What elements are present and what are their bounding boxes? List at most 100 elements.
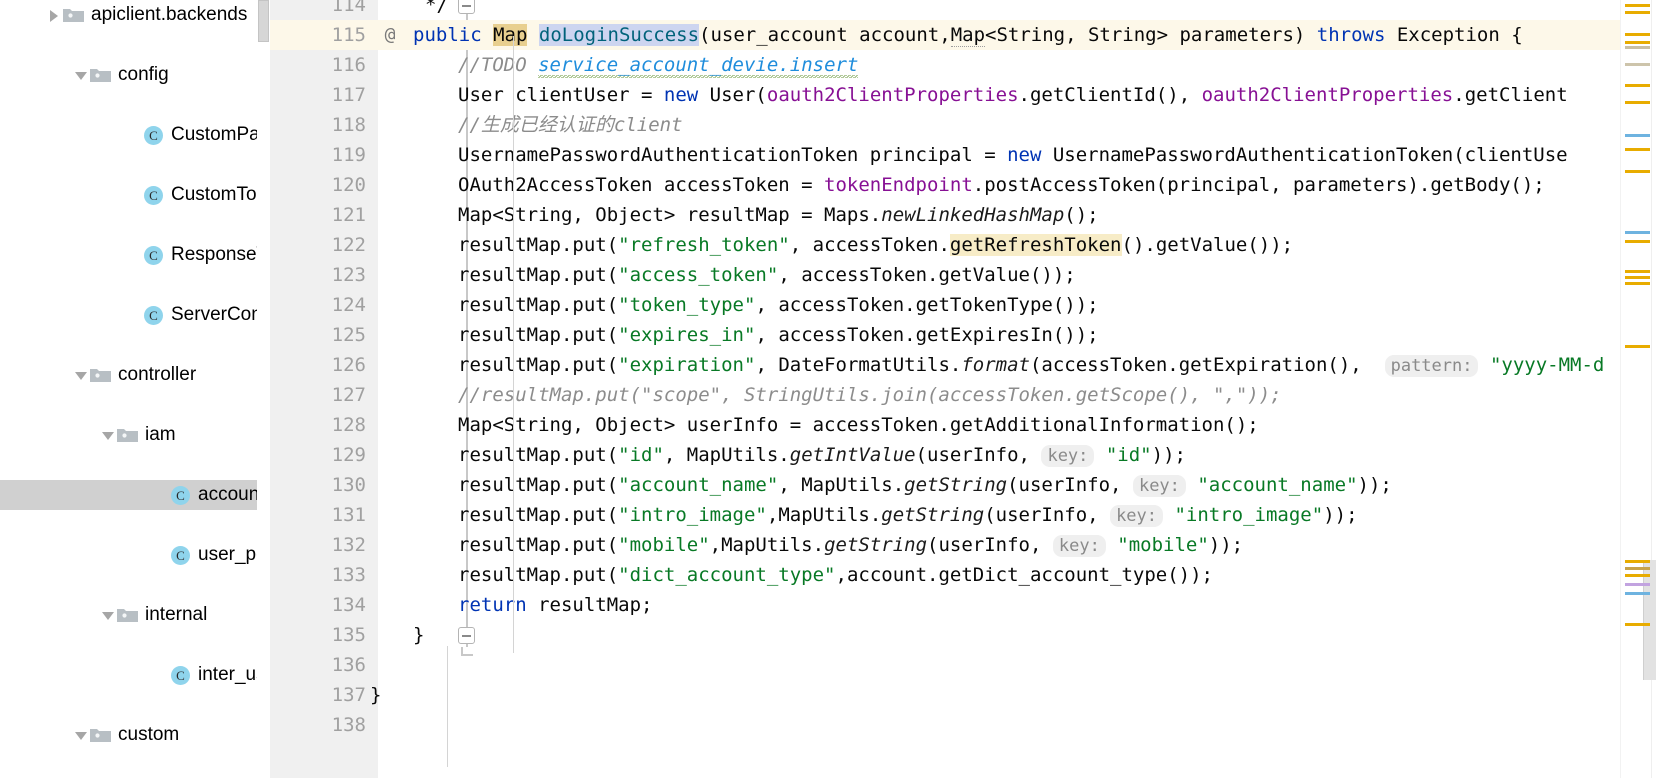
tree-item-controller[interactable]: controller — [0, 360, 270, 390]
line-number[interactable]: 129 — [270, 440, 366, 470]
chevron-down-icon[interactable] — [73, 727, 90, 744]
annotation-gutter-icon[interactable]: @ — [375, 20, 405, 50]
code-editor[interactable]: 114 115 @116 117 118 119 120 121 122 123 124 125 126… — [270, 0, 1656, 778]
error-stripe-marker[interactable] — [1625, 101, 1650, 104]
code-line-text[interactable]: resultMap.put("token_type", accessToken.… — [458, 290, 1099, 320]
code-line-text[interactable]: resultMap.put("expiration", DateFormatUt… — [458, 350, 1604, 381]
code-line-text[interactable]: //生成已经认证的client — [458, 110, 683, 140]
line-number[interactable]: 130 — [270, 470, 366, 500]
error-stripe-marker[interactable] — [1625, 134, 1650, 137]
line-number[interactable]: 114 — [270, 0, 366, 20]
tree-item-account-contr[interactable]: Caccount_contr — [0, 480, 270, 510]
line-number[interactable]: 133 — [270, 560, 366, 590]
code-text-layer[interactable]: 114 115 @116 117 118 119 120 121 122 123 124 125 126… — [270, 0, 1656, 778]
tree-item-inter-user-pe[interactable]: Cinter_user_pe — [0, 660, 270, 690]
line-number[interactable]: 118 — [270, 110, 366, 140]
code-line[interactable]: 137 — [270, 680, 1656, 710]
line-number[interactable]: 137 — [270, 680, 366, 710]
tree-item-apiclient-backends[interactable]: apiclient.backends — [0, 0, 270, 30]
tree-item-user-permissi[interactable]: Cuser_permissi — [0, 540, 270, 570]
line-number[interactable]: 127 — [270, 380, 366, 410]
error-stripe-marker[interactable] — [1625, 623, 1650, 626]
error-stripe-marker[interactable] — [1625, 11, 1650, 14]
error-stripe-marker[interactable] — [1625, 345, 1650, 348]
project-tree-scrollbar-thumb[interactable] — [258, 0, 269, 42]
code-line-text[interactable]: resultMap.put("access_token", accessToke… — [458, 260, 1076, 290]
line-number[interactable]: 138 — [270, 710, 366, 740]
error-stripe-marker[interactable] — [1625, 560, 1650, 563]
code-line-text[interactable]: User clientUser = new User(oauth2ClientP… — [458, 80, 1568, 110]
chevron-down-icon[interactable] — [73, 67, 90, 84]
code-line[interactable]: 138 — [270, 710, 1656, 740]
line-number[interactable]: 125 — [270, 320, 366, 350]
error-stripe-marker[interactable] — [1625, 583, 1650, 586]
error-stripe-marker[interactable] — [1625, 4, 1650, 7]
error-stripe-marker[interactable] — [1625, 592, 1650, 595]
line-number[interactable]: 126 — [270, 350, 366, 380]
code-line-text[interactable]: resultMap.put("refresh_token", accessTok… — [458, 230, 1293, 260]
project-tree-panel[interactable]: apiclient.backends config CCustomPassword C… — [0, 0, 270, 778]
line-number[interactable]: 119 — [270, 140, 366, 170]
error-stripe-marker[interactable] — [1625, 231, 1650, 234]
line-number[interactable]: 135 — [270, 620, 366, 650]
code-line-text[interactable]: return resultMap; — [458, 590, 652, 620]
line-number[interactable]: 132 — [270, 530, 366, 560]
editor-scrollbar-thumb[interactable] — [1643, 560, 1656, 680]
error-stripe-marker[interactable] — [1625, 240, 1650, 243]
error-stripe-marker[interactable] — [1625, 282, 1650, 285]
line-number[interactable]: 131 — [270, 500, 366, 530]
code-line[interactable]: 135 — [270, 620, 1656, 650]
tree-item-internal[interactable]: internal — [0, 600, 270, 630]
tree-item-responsewrappe[interactable]: C ResponseWrappe — [0, 240, 270, 270]
code-line-text[interactable]: OAuth2AccessToken accessToken = tokenEnd… — [458, 170, 1545, 200]
tree-item-customtokenenh[interactable]: C CustomTokenEnh — [0, 180, 270, 210]
code-line[interactable]: 114 — [270, 0, 1656, 20]
code-line-text[interactable]: } — [413, 620, 424, 650]
code-line-text[interactable]: } — [370, 680, 381, 710]
line-number[interactable]: 134 — [270, 590, 366, 620]
line-number[interactable]: 123 — [270, 260, 366, 290]
code-line-text[interactable]: Map<String, Object> userInfo = accessTok… — [458, 410, 1259, 440]
line-number[interactable]: 121 — [270, 200, 366, 230]
error-stripe-marker[interactable] — [1625, 46, 1650, 49]
code-line-text[interactable]: Map<String, Object> resultMap = Maps.new… — [458, 200, 1099, 230]
line-number[interactable]: 122 — [270, 230, 366, 260]
code-line-text[interactable]: resultMap.put("account_name", MapUtils.g… — [458, 470, 1392, 501]
error-stripe-marker[interactable] — [1625, 63, 1650, 66]
code-line-text[interactable]: //resultMap.put("scope", StringUtils.joi… — [458, 380, 1282, 410]
chevron-down-icon[interactable] — [100, 607, 117, 624]
tree-item-config[interactable]: config — [0, 60, 270, 90]
line-number[interactable]: 115 — [270, 20, 366, 50]
code-line-text[interactable]: UsernamePasswordAuthenticationToken prin… — [458, 140, 1568, 170]
chevron-right-icon[interactable] — [46, 7, 63, 24]
project-tree-scrollbar[interactable] — [257, 0, 270, 778]
error-stripe-marker[interactable] — [1625, 84, 1650, 87]
code-line-text[interactable]: resultMap.put("expires_in", accessToken.… — [458, 320, 1099, 350]
error-stripe-marker[interactable] — [1625, 270, 1650, 273]
code-line[interactable]: 136 — [270, 650, 1656, 680]
line-number[interactable]: 116 — [270, 50, 366, 80]
error-stripe-marker[interactable] — [1625, 41, 1650, 44]
code-line-text[interactable]: resultMap.put("dict_account_type",accoun… — [458, 560, 1213, 590]
tree-item-iam[interactable]: iam — [0, 420, 270, 450]
tree-item-custom[interactable]: custom — [0, 720, 270, 750]
tree-item-custompassword[interactable]: C CustomPassword — [0, 120, 270, 150]
line-number[interactable]: 136 — [270, 650, 366, 680]
chevron-down-icon[interactable] — [73, 367, 90, 384]
error-stripe-marker[interactable] — [1625, 33, 1650, 36]
chevron-down-icon[interactable] — [100, 427, 117, 444]
line-number[interactable]: 117 — [270, 80, 366, 110]
code-line-text[interactable]: public Map doLoginSuccess(user_account a… — [413, 20, 1523, 50]
error-stripe-marker[interactable] — [1625, 148, 1650, 151]
line-number[interactable]: 124 — [270, 290, 366, 320]
line-number[interactable]: 120 — [270, 170, 366, 200]
error-stripe-marker[interactable] — [1625, 276, 1650, 279]
code-line-text[interactable]: resultMap.put("id", MapUtils.getIntValue… — [458, 440, 1186, 471]
code-line-text[interactable]: resultMap.put("intro_image",MapUtils.get… — [458, 500, 1358, 531]
error-stripe-marker[interactable] — [1625, 170, 1650, 173]
error-stripe-marker[interactable] — [1625, 574, 1650, 577]
error-stripe-marker[interactable] — [1625, 567, 1650, 570]
error-stripe[interactable] — [1620, 0, 1656, 778]
line-number[interactable]: 128 — [270, 410, 366, 440]
code-line-text[interactable]: //TODO service_account_devie.insert — [458, 50, 859, 80]
